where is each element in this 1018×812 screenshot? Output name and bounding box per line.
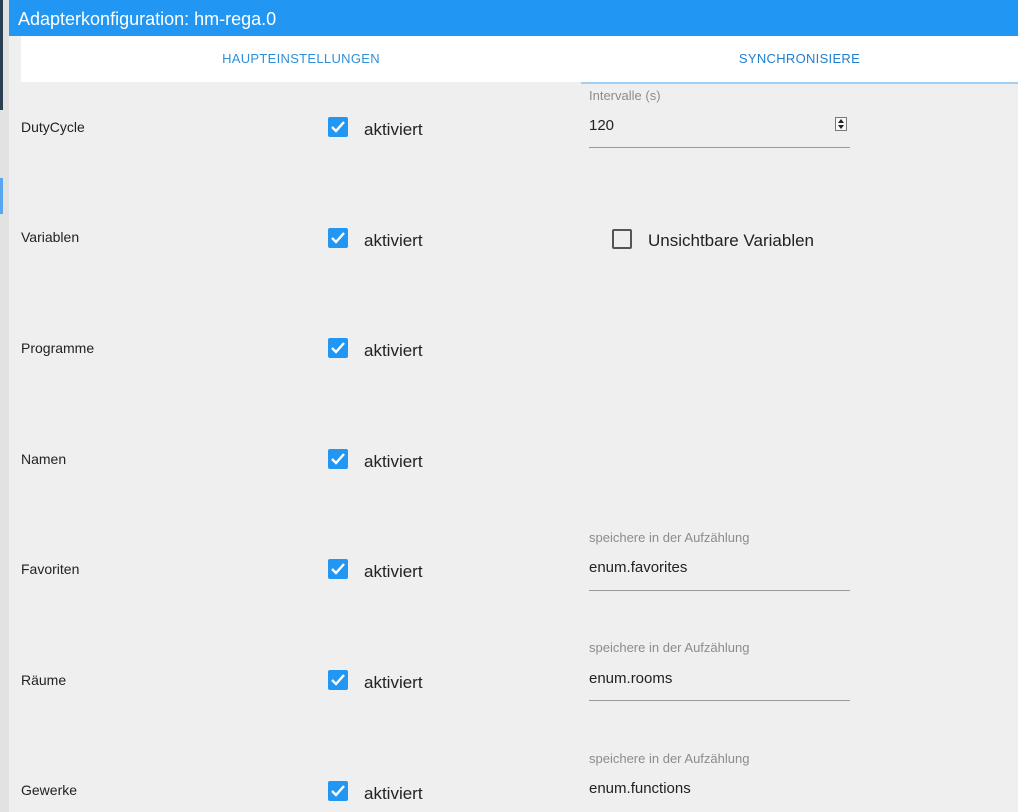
spinner-up-icon <box>838 119 844 123</box>
interval-input[interactable]: 120 <box>589 117 614 134</box>
enum-favorites-label: speichere in der Aufzählung <box>589 530 750 545</box>
row-label-dutycycle: DutyCycle <box>21 119 85 135</box>
enum-favorites-input[interactable]: enum.favorites <box>589 559 687 576</box>
namen-checkbox[interactable] <box>328 449 348 469</box>
row-label-favoriten: Favoriten <box>21 561 80 577</box>
background-panel-strip <box>0 0 9 812</box>
check-icon <box>331 674 345 686</box>
tab-synchronisiere[interactable]: SYNCHRONISIERE <box>581 36 1018 82</box>
hidden-variables-label: Unsichtbare Variablen <box>648 231 814 250</box>
check-icon <box>331 785 345 797</box>
tab-haupteinstellungen[interactable]: HAUPTEINSTELLUNGEN <box>21 36 581 82</box>
raeume-checkbox-label: aktiviert <box>364 673 423 692</box>
enum-functions-input[interactable]: enum.functions <box>589 780 691 797</box>
check-icon <box>331 121 345 133</box>
enum-functions-field: speichere in der Aufzählung enum.functio… <box>589 750 850 812</box>
dutycycle-checkbox-label: aktiviert <box>364 120 423 139</box>
row-label-programme: Programme <box>21 340 95 356</box>
check-icon <box>331 563 345 575</box>
interval-spinner[interactable] <box>835 117 847 131</box>
enum-favorites-field: speichere in der Aufzählung enum.favorit… <box>589 529 850 593</box>
gewerke-checkbox-label: aktiviert <box>364 784 423 803</box>
row-label-namen: Namen <box>21 451 67 467</box>
enum-rooms-label: speichere in der Aufzählung <box>589 640 750 655</box>
programme-checkbox-label: aktiviert <box>364 341 423 360</box>
favoriten-checkbox-label: aktiviert <box>364 562 423 581</box>
namen-checkbox-label: aktiviert <box>364 452 423 471</box>
enum-favorites-underline <box>589 590 850 591</box>
dialog-title: Adapterkonfiguration: hm-rega.0 <box>18 9 277 29</box>
enum-rooms-underline <box>589 700 850 701</box>
background-panel-highlight <box>0 178 3 214</box>
enum-rooms-field: speichere in der Aufzählung enum.rooms <box>589 639 850 703</box>
spinner-down-icon <box>838 125 844 129</box>
hidden-variables-checkbox[interactable] <box>612 229 632 249</box>
row-label-gewerke: Gewerke <box>21 782 78 798</box>
gewerke-checkbox[interactable] <box>328 781 348 801</box>
check-icon <box>331 342 345 354</box>
variablen-checkbox[interactable] <box>328 228 348 248</box>
row-label-variablen: Variablen <box>21 229 80 245</box>
programme-checkbox[interactable] <box>328 338 348 358</box>
background-panel-dark <box>0 0 3 110</box>
dutycycle-checkbox[interactable] <box>328 117 348 137</box>
interval-underline <box>589 147 850 148</box>
interval-field: Intervalle (s) 120 <box>589 86 850 150</box>
raeume-checkbox[interactable] <box>328 670 348 690</box>
enum-functions-label: speichere in der Aufzählung <box>589 751 750 766</box>
dialog-titlebar: Adapterkonfiguration: hm-rega.0 <box>9 0 1018 36</box>
interval-field-label: Intervalle (s) <box>589 88 661 103</box>
check-icon <box>331 453 345 465</box>
active-tab-indicator <box>581 82 1018 84</box>
enum-rooms-input[interactable]: enum.rooms <box>589 670 672 687</box>
row-label-raeume: Räume <box>21 672 67 688</box>
variablen-checkbox-label: aktiviert <box>364 231 423 250</box>
tab-bar: HAUPTEINSTELLUNGEN SYNCHRONISIERE <box>21 36 1018 84</box>
favoriten-checkbox[interactable] <box>328 559 348 579</box>
check-icon <box>331 232 345 244</box>
